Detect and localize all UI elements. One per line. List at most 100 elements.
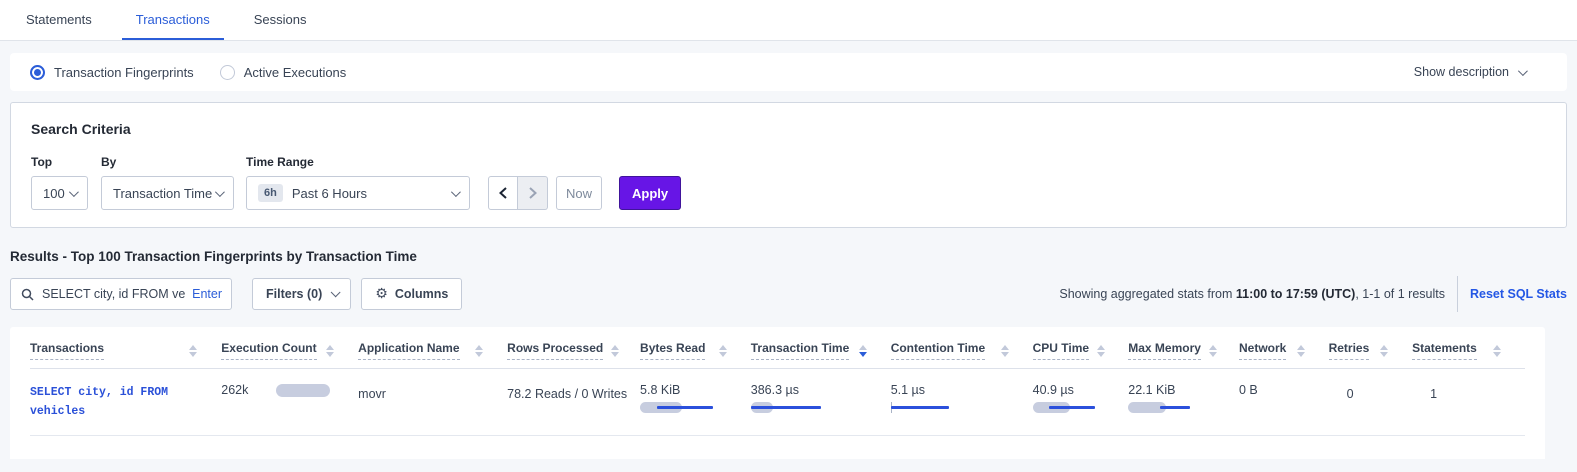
gear-icon: ⚙ xyxy=(375,286,388,302)
table-header-row: Transactions Execution Count Application… xyxy=(30,327,1525,369)
chevron-down-icon xyxy=(331,287,341,297)
retries-value: 0 xyxy=(1347,383,1403,401)
by-select[interactable]: Transaction Time xyxy=(101,176,234,210)
sql-activity-tabbar: Statements Transactions Sessions xyxy=(0,0,1577,41)
time-range-badge: 6h xyxy=(258,184,283,202)
search-box[interactable]: Enter xyxy=(10,278,232,310)
filters-label: Filters (0) xyxy=(266,287,322,301)
sort-icon[interactable] xyxy=(1380,345,1388,357)
aggregated-stats-area: Showing aggregated stats from 11:00 to 1… xyxy=(1059,276,1567,312)
next-time-window-button[interactable] xyxy=(518,176,548,210)
rows-processed-value: 78.2 Reads / 0 Writes xyxy=(507,383,630,401)
view-toggle-panel: Transaction Fingerprints Active Executio… xyxy=(10,53,1567,91)
max-memory-bar xyxy=(1128,402,1204,414)
tab-transactions[interactable]: Transactions xyxy=(122,0,224,40)
sort-icon[interactable] xyxy=(1209,345,1217,357)
network-value: 0 B xyxy=(1239,383,1258,397)
execution-count-value: 262k xyxy=(221,383,248,397)
cpu-time-bar xyxy=(1033,402,1109,414)
sort-icon[interactable] xyxy=(1001,345,1009,357)
bytes-read-bar xyxy=(640,402,716,414)
transactions-table: Transactions Execution Count Application… xyxy=(30,327,1525,436)
contention-time-bar xyxy=(891,402,967,414)
cpu-time-value: 40.9 µs xyxy=(1033,383,1074,397)
by-label: By xyxy=(101,155,246,169)
sort-icon[interactable] xyxy=(1493,345,1501,357)
statements-value: 1 xyxy=(1430,383,1515,401)
radio-transaction-fingerprints[interactable]: Transaction Fingerprints xyxy=(30,65,194,80)
aggregated-stats-text: Showing aggregated stats from 11:00 to 1… xyxy=(1059,287,1445,301)
search-enter-button[interactable]: Enter xyxy=(192,287,222,301)
transaction-fingerprint-link[interactable]: SELECT city, id FROM vehicles xyxy=(30,383,195,421)
column-header-max-memory[interactable]: Max Memory xyxy=(1128,341,1201,360)
column-header-execution-count[interactable]: Execution Count xyxy=(221,341,316,360)
columns-button[interactable]: ⚙ Columns xyxy=(361,278,462,310)
bytes-read-value: 5.8 KiB xyxy=(640,383,680,397)
time-window-arrows xyxy=(488,176,548,210)
tab-statements[interactable]: Statements xyxy=(12,0,106,40)
chevron-down-icon xyxy=(215,187,225,197)
chevron-down-icon xyxy=(451,187,461,197)
application-name-value: movr xyxy=(358,383,497,401)
stats-time-range: 11:00 to 17:59 (UTC) xyxy=(1236,287,1355,301)
search-input[interactable] xyxy=(42,287,186,301)
execution-count-bar xyxy=(276,384,330,397)
sort-icon[interactable] xyxy=(719,345,727,357)
reset-sql-stats-link[interactable]: Reset SQL Stats xyxy=(1470,287,1567,301)
table-row: SELECT city, id FROM vehicles 262k movr … xyxy=(30,369,1525,436)
time-range-select[interactable]: 6h Past 6 Hours xyxy=(246,176,470,210)
filters-button[interactable]: Filters (0) xyxy=(252,278,351,310)
sort-icon[interactable] xyxy=(1297,345,1305,357)
column-header-retries[interactable]: Retries xyxy=(1329,341,1370,360)
sort-icon[interactable] xyxy=(1097,345,1105,357)
search-icon xyxy=(21,288,34,301)
sort-icon-active-desc[interactable] xyxy=(859,345,867,357)
previous-time-window-button[interactable] xyxy=(488,176,518,210)
column-header-contention-time[interactable]: Contention Time xyxy=(891,341,985,360)
top-label: Top xyxy=(31,155,88,169)
columns-label: Columns xyxy=(395,287,448,301)
column-header-bytes-read[interactable]: Bytes Read xyxy=(640,341,705,360)
column-header-statements[interactable]: Statements xyxy=(1412,341,1477,360)
show-description-label: Show description xyxy=(1414,65,1509,79)
top-select[interactable]: 100 xyxy=(31,176,88,210)
top-select-value: 100 xyxy=(43,186,65,201)
radio-active-executions[interactable]: Active Executions xyxy=(220,65,347,80)
column-header-cpu-time[interactable]: CPU Time xyxy=(1033,341,1089,360)
now-button[interactable]: Now xyxy=(556,176,602,210)
show-description-toggle[interactable]: Show description xyxy=(1414,65,1547,79)
column-header-application-name[interactable]: Application Name xyxy=(358,341,459,360)
chevron-down-icon xyxy=(1518,66,1528,76)
sort-icon[interactable] xyxy=(189,345,197,357)
contention-time-value: 5.1 µs xyxy=(891,383,925,397)
search-criteria-card: Search Criteria Top 100 By Transaction T… xyxy=(10,102,1567,228)
chevron-left-icon xyxy=(498,187,508,199)
by-field: By Transaction Time xyxy=(101,155,246,210)
radio-label: Transaction Fingerprints xyxy=(54,65,194,80)
time-range-field: Time Range 6h Past 6 Hours xyxy=(246,155,470,210)
radio-unselected-icon[interactable] xyxy=(220,65,235,80)
column-header-network[interactable]: Network xyxy=(1239,341,1286,360)
radio-label: Active Executions xyxy=(244,65,347,80)
column-header-rows-processed[interactable]: Rows Processed xyxy=(507,341,603,360)
transactions-table-card: Transactions Execution Count Application… xyxy=(10,327,1545,459)
time-range-label: Time Range xyxy=(246,155,470,169)
chevron-right-icon xyxy=(528,187,538,199)
results-heading: Results - Top 100 Transaction Fingerprin… xyxy=(10,249,1567,264)
tab-sessions[interactable]: Sessions xyxy=(240,0,321,40)
chevron-down-icon xyxy=(69,187,79,197)
divider xyxy=(1457,276,1458,312)
transaction-time-bar xyxy=(751,402,827,414)
apply-button[interactable]: Apply xyxy=(619,176,681,210)
column-header-transactions[interactable]: Transactions xyxy=(30,341,104,360)
transaction-time-value: 386.3 µs xyxy=(751,383,799,397)
max-memory-value: 22.1 KiB xyxy=(1128,383,1175,397)
column-header-transaction-time[interactable]: Transaction Time xyxy=(751,341,849,360)
top-field: Top 100 xyxy=(31,155,88,210)
time-range-value: Past 6 Hours xyxy=(292,186,367,201)
search-criteria-title: Search Criteria xyxy=(31,121,1546,137)
sort-icon[interactable] xyxy=(611,345,619,357)
sort-icon[interactable] xyxy=(475,345,483,357)
sort-icon[interactable] xyxy=(326,345,334,357)
radio-selected-icon[interactable] xyxy=(30,65,45,80)
